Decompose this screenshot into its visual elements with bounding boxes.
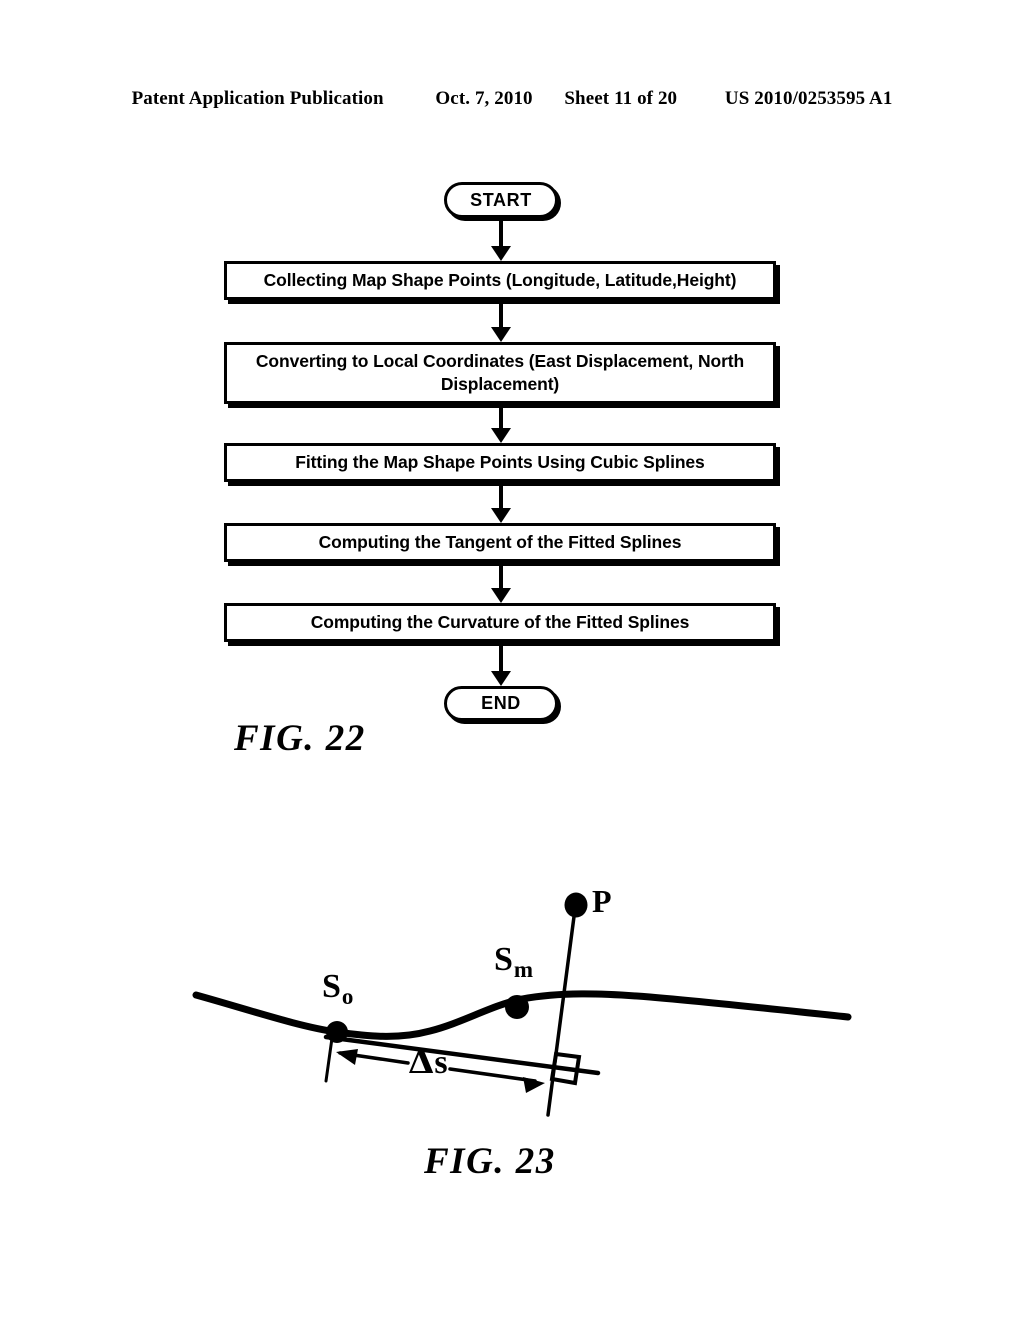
label-s-zero: So — [322, 968, 353, 1009]
step-5-label: Computing the Curvature of the Fitted Sp… — [310, 612, 690, 632]
point-marker-s0 — [326, 1021, 348, 1043]
flowchart-step-4: Computing the Tangent of the Fitted Spli… — [224, 523, 776, 562]
connector-step4-to-step5 — [488, 564, 514, 603]
delta-s-arrow-right — [448, 1067, 537, 1083]
label-delta-s: Δs — [408, 1045, 448, 1080]
flowchart-step-2: Converting to Local Coordinates (East Di… — [224, 342, 776, 404]
point-marker-sm — [505, 995, 529, 1019]
label-s-m-subscript: m — [513, 957, 534, 982]
start-label: START — [470, 189, 532, 210]
connector-step1-to-step2 — [488, 302, 514, 342]
figure-22-flowchart: START Collecting Map Shape Points (Longi… — [0, 0, 1024, 790]
end-label: END — [481, 693, 521, 713]
label-s-zero-subscript: o — [341, 984, 354, 1009]
connector-step2-to-step3 — [488, 406, 514, 443]
flowchart-step-1: Collecting Map Shape Points (Longitude, … — [224, 261, 776, 300]
connector-start-to-step1 — [488, 220, 514, 261]
step-2-label: Converting to Local Coordinates (East Di… — [255, 351, 745, 394]
label-s-zero-base: S — [322, 968, 341, 1005]
step-1-label: Collecting Map Shape Points (Longitude, … — [263, 270, 737, 290]
connector-step5-to-end — [488, 644, 514, 686]
flowchart-step-5: Computing the Curvature of the Fitted Sp… — [224, 603, 776, 642]
label-s-m-base: S — [494, 941, 513, 978]
flowchart-step-3: Fitting the Map Shape Points Using Cubic… — [224, 443, 776, 482]
figure-23-caption: FIG. 23 — [424, 1141, 556, 1182]
delta-s-variable: s — [434, 1044, 448, 1081]
point-marker-p — [564, 892, 588, 918]
figure-22-caption: FIG. 22 — [234, 718, 366, 759]
label-point-p-text: P — [592, 883, 612, 919]
flowchart-end-terminator: END — [444, 686, 558, 721]
connector-step3-to-step4 — [488, 484, 514, 523]
figure-23-diagram: So Sm P Δs FIG. 23 — [0, 855, 1024, 1185]
label-point-p: P — [592, 885, 612, 917]
flowchart-start-terminator: START — [444, 182, 558, 218]
label-s-m: Sm — [494, 941, 533, 982]
figure-23-drawing — [192, 892, 852, 1117]
step-3-label: Fitting the Map Shape Points Using Cubic… — [295, 452, 705, 472]
delta-symbol: Δ — [408, 1042, 435, 1082]
step-4-label: Computing the Tangent of the Fitted Spli… — [318, 532, 682, 552]
